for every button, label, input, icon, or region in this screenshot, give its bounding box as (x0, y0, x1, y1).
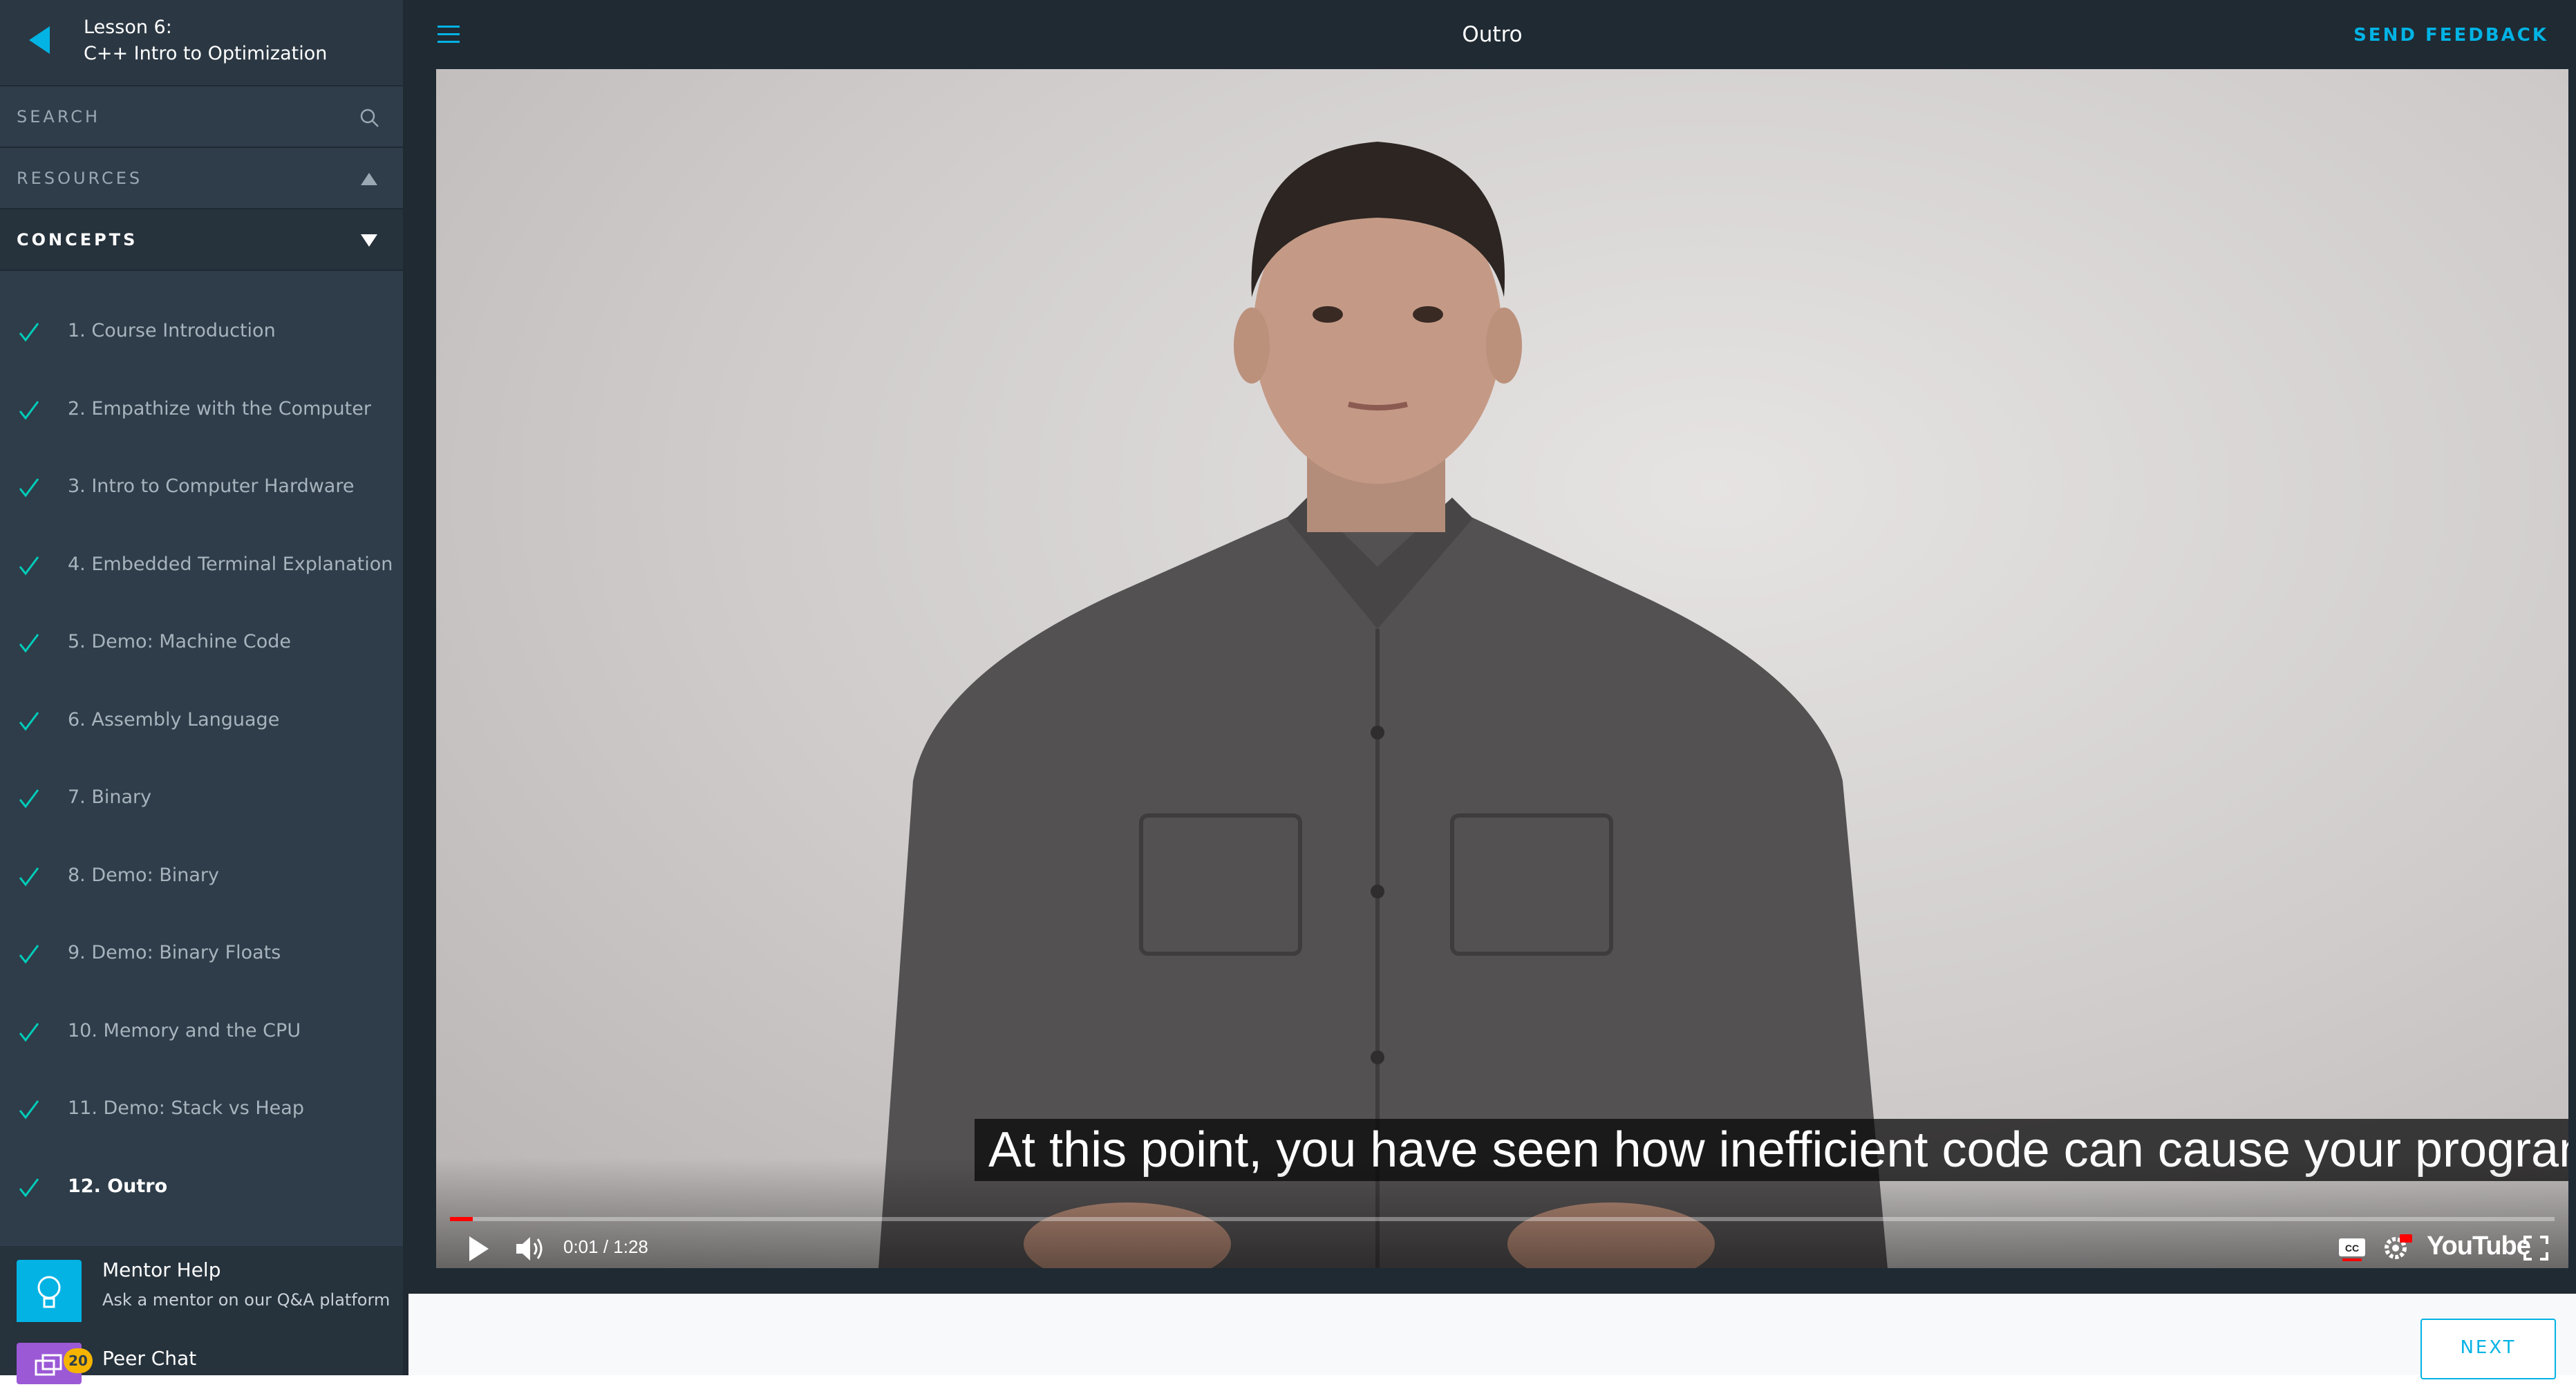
concept-item[interactable]: 5. Demo: Machine Code (0, 605, 403, 682)
concept-item[interactable]: 2. Empathize with the Computer (0, 372, 403, 449)
page-title: Outro (1462, 22, 1523, 47)
resources-toggle[interactable]: RESOURCES (0, 148, 403, 209)
sidebar-divider[interactable] (403, 0, 408, 1375)
duration: 1:28 (613, 1236, 648, 1257)
peer-chat-badge: 20 (64, 1348, 93, 1373)
checkmark-icon (19, 634, 39, 653)
concept-label: 2. Empathize with the Computer (68, 397, 371, 419)
checkmark-icon (19, 556, 39, 575)
concept-item[interactable]: 8. Demo: Binary (0, 838, 403, 916)
current-time: 0:01 (563, 1236, 599, 1257)
concept-label: 12. Outro (68, 1175, 168, 1197)
controls-overlay (436, 1158, 2568, 1268)
concept-item[interactable]: 4. Embedded Terminal Explanation (0, 527, 403, 605)
concept-label: 6. Assembly Language (68, 708, 280, 730)
peer-chat[interactable]: 20 Peer Chat (0, 1322, 403, 1384)
presenter-figure (878, 142, 1888, 1268)
concept-item[interactable]: 11. Demo: Stack vs Heap (0, 1071, 403, 1149)
video-container: At this point, you have seen how ineffic… (408, 69, 2576, 1294)
concept-label: 9. Demo: Binary Floats (68, 942, 281, 963)
concepts-toggle[interactable]: CONCEPTS (0, 209, 403, 271)
mentor-help-subtitle: Ask a mentor on our Q&A platform (102, 1290, 391, 1310)
top-bar: Outro SEND FEEDBACK (408, 0, 2576, 69)
checkmark-icon (19, 1178, 39, 1197)
concept-label: 11. Demo: Stack vs Heap (68, 1097, 304, 1119)
lesson-number: Lesson 6: (84, 17, 172, 38)
play-icon[interactable] (464, 1234, 491, 1264)
concept-label: 8. Demo: Binary (68, 864, 220, 886)
settings-gear-icon[interactable] (2382, 1232, 2414, 1263)
video-time: 0:01 / 1:28 (563, 1236, 648, 1258)
checkmark-icon (19, 1022, 39, 1041)
concept-label: 4. Embedded Terminal Explanation (68, 553, 393, 575)
mentor-help[interactable]: Mentor Help Ask a mentor on our Q&A plat… (0, 1246, 403, 1325)
lesson-title: C++ Intro to Optimization (84, 43, 328, 64)
mentor-help-title: Mentor Help (102, 1258, 221, 1281)
chevron-up-icon (361, 173, 377, 185)
concept-label: 3. Intro to Computer Hardware (68, 475, 355, 497)
peer-chat-title: Peer Chat (102, 1347, 197, 1370)
lesson-footer: NEXT (408, 1294, 2576, 1379)
concept-item[interactable]: 1. Course Introduction (0, 294, 403, 371)
closed-captions-icon[interactable]: CC (2337, 1234, 2367, 1262)
checkmark-icon (19, 789, 39, 809)
checkmark-icon (19, 400, 39, 419)
time-separator: / (598, 1236, 614, 1257)
lesson-header: Lesson 6: C++ Intro to Optimization (0, 0, 403, 86)
lightbulb-icon (17, 1260, 82, 1325)
checkmark-icon (19, 478, 39, 498)
search-row[interactable]: SEARCH (0, 86, 403, 148)
fullscreen-icon[interactable] (2522, 1234, 2550, 1262)
checkmark-icon (19, 711, 39, 730)
video-player[interactable]: At this point, you have seen how ineffic… (436, 69, 2568, 1268)
concept-label: 5. Demo: Machine Code (68, 631, 291, 652)
concept-item[interactable]: 3. Intro to Computer Hardware (0, 449, 403, 527)
concept-item[interactable]: 7. Binary (0, 760, 403, 838)
checkmark-icon (19, 867, 39, 886)
back-arrow-icon[interactable] (26, 25, 54, 55)
concept-item[interactable]: 10. Memory and the CPU (0, 994, 403, 1071)
concept-item[interactable]: 9. Demo: Binary Floats (0, 916, 403, 993)
search-label: SEARCH (17, 107, 101, 126)
concept-item[interactable]: 6. Assembly Language (0, 683, 403, 760)
concept-label: 10. Memory and the CPU (68, 1019, 301, 1041)
video-progress-bar[interactable] (450, 1217, 2555, 1221)
concepts-label: CONCEPTS (17, 230, 138, 249)
volume-icon[interactable] (514, 1234, 545, 1264)
video-progress-fill (450, 1217, 473, 1221)
resources-label: RESOURCES (17, 169, 143, 188)
youtube-logo[interactable]: YouTube (2427, 1232, 2531, 1261)
checkmark-icon (19, 945, 39, 964)
sidebar: Lesson 6: C++ Intro to Optimization SEAR… (0, 0, 403, 1384)
svg-text:CC: CC (2345, 1243, 2359, 1254)
chevron-down-icon (361, 234, 377, 247)
checkmark-icon (19, 1100, 39, 1120)
concept-label: 1. Course Introduction (68, 320, 276, 341)
send-feedback-button[interactable]: SEND FEEDBACK (2353, 25, 2548, 46)
next-button[interactable]: NEXT (2420, 1319, 2556, 1379)
checkmark-icon (19, 323, 39, 342)
concept-item[interactable]: 12. Outro (0, 1149, 403, 1227)
search-icon[interactable] (359, 107, 379, 128)
concept-label: 7. Binary (68, 786, 152, 808)
